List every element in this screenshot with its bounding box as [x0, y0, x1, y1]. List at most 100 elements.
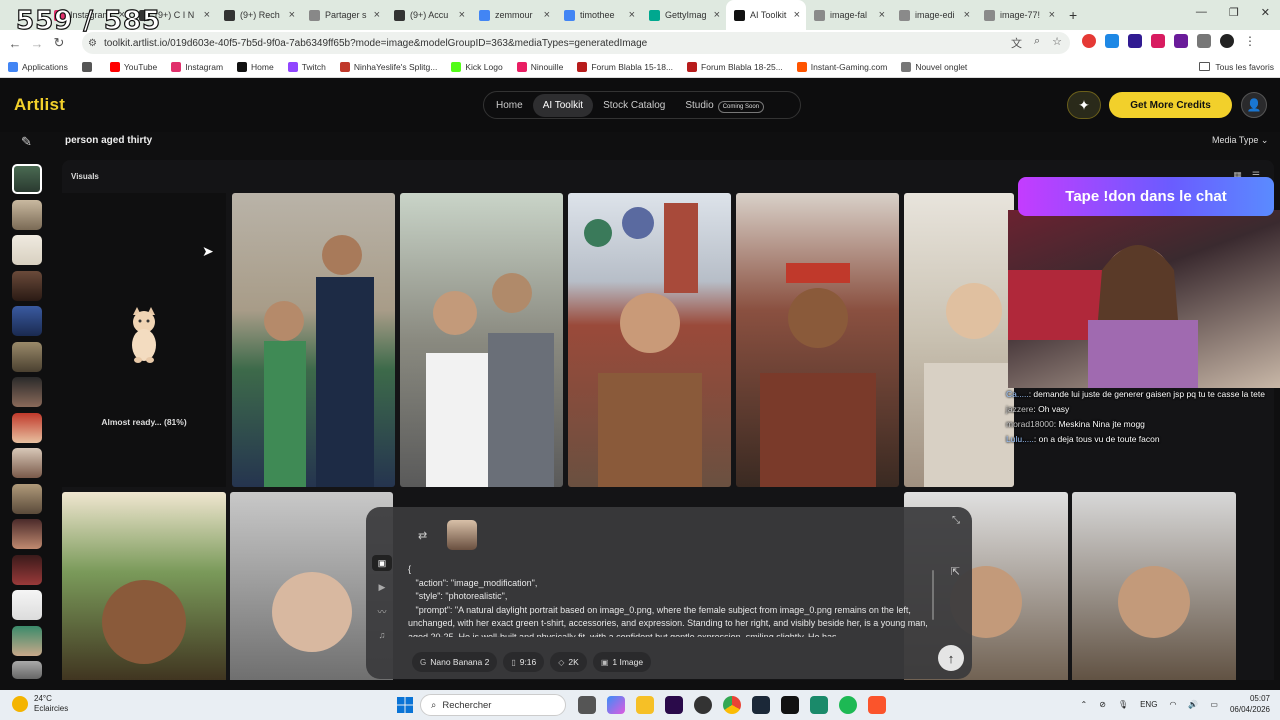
history-thumb[interactable]: [12, 235, 42, 265]
bookmark-item[interactable]: Applications: [8, 61, 68, 72]
site-settings-icon[interactable]: ⚙: [88, 38, 97, 49]
forward-icon[interactable]: →: [26, 36, 48, 51]
generated-image[interactable]: [736, 193, 899, 487]
setting-chip[interactable]: ◇ 2K: [550, 652, 587, 672]
generated-image[interactable]: [400, 193, 563, 487]
restore-icon[interactable]: ❐: [1229, 6, 1239, 19]
generated-image[interactable]: [232, 193, 395, 487]
browser-tab[interactable]: image-fal ×: [806, 0, 891, 30]
bookmark-item[interactable]: Forum Blabla 15-18...: [577, 61, 673, 72]
send-button[interactable]: ↑: [938, 645, 964, 671]
zoom-icon[interactable]: ⌕: [1034, 35, 1040, 51]
generated-image[interactable]: [1072, 492, 1236, 680]
expand-icon[interactable]: ⇱: [951, 565, 960, 578]
file-explorer-icon[interactable]: [636, 696, 654, 714]
video-mode-icon[interactable]: ▶: [372, 579, 392, 595]
obs-icon[interactable]: [694, 696, 712, 714]
steam-icon[interactable]: [752, 696, 770, 714]
music-mode-icon[interactable]: ♫: [372, 627, 392, 643]
swap-icon[interactable]: ⇄: [418, 529, 427, 542]
tab-close-icon[interactable]: ×: [879, 9, 885, 21]
premiere-icon[interactable]: [665, 696, 683, 714]
brave-icon[interactable]: [868, 696, 886, 714]
network-off-icon[interactable]: ⊘: [1099, 700, 1106, 709]
history-thumb[interactable]: [12, 554, 42, 585]
reference-image-thumb[interactable]: [447, 520, 477, 550]
collapse-icon[interactable]: ⤡: [952, 515, 960, 526]
history-thumb[interactable]: [12, 377, 42, 407]
history-thumb[interactable]: [12, 341, 42, 372]
spotify-icon[interactable]: [839, 696, 857, 714]
bookmark-item[interactable]: Nouvel onglet: [901, 61, 967, 72]
app-icon[interactable]: [810, 696, 828, 714]
battery-icon[interactable]: ▭: [1210, 700, 1218, 709]
get-more-credits-button[interactable]: Get More Credits: [1109, 92, 1232, 118]
minimize-icon[interactable]: —: [1196, 6, 1207, 19]
menu-kebab-icon[interactable]: ⋮: [1243, 34, 1257, 48]
user-avatar-icon[interactable]: 👤: [1241, 92, 1267, 118]
voice-mode-icon[interactable]: 〰: [372, 603, 392, 619]
history-thumb[interactable]: [12, 199, 42, 230]
bookmark-item[interactable]: Forum Blabla 18-25...: [687, 61, 783, 72]
weather-widget[interactable]: 24°C Eclaircies: [12, 694, 68, 714]
language-indicator[interactable]: ENG: [1140, 700, 1157, 709]
taskbar-search[interactable]: ⌕ Rechercher: [420, 694, 566, 716]
extension-icon[interactable]: [1151, 34, 1165, 48]
sparkle-icon[interactable]: ✦: [1067, 91, 1101, 119]
tab-close-icon[interactable]: ×: [544, 9, 550, 21]
history-thumb[interactable]: [12, 164, 42, 194]
extension-icon[interactable]: [1082, 34, 1096, 48]
tab-close-icon[interactable]: ×: [204, 9, 210, 21]
history-thumb[interactable]: [12, 483, 42, 514]
reload-icon[interactable]: ↻: [48, 35, 70, 51]
chrome-icon[interactable]: [723, 696, 741, 714]
tab-close-icon[interactable]: ×: [794, 9, 800, 21]
bookmark-item[interactable]: Kick Logo: [451, 61, 503, 72]
browser-tab[interactable]: Partager s ×: [301, 0, 386, 30]
task-view-icon[interactable]: [578, 696, 596, 714]
browser-tab[interactable]: (9+) Accu ×: [386, 0, 471, 30]
browser-tab[interactable]: (9+) Rech ×: [216, 0, 301, 30]
artlist-logo[interactable]: Artlist: [14, 95, 65, 115]
bookmark-item[interactable]: NinhaYeslife's Splitg...: [339, 61, 437, 72]
tab-close-icon[interactable]: ×: [629, 9, 635, 21]
extension-icon[interactable]: [1105, 34, 1119, 48]
bookmark-item[interactable]: YouTube: [109, 61, 157, 72]
tab-close-icon[interactable]: ×: [714, 9, 720, 21]
new-chat-edit-icon[interactable]: ✎: [21, 134, 32, 150]
profile-icon[interactable]: [1220, 34, 1234, 48]
tray-chevron-icon[interactable]: ⌃: [1081, 700, 1088, 709]
browser-tab[interactable]: zemmour ×: [471, 0, 556, 30]
browser-tab[interactable]: timothee ×: [556, 0, 641, 30]
tab-close-icon[interactable]: ×: [374, 9, 380, 21]
nav-home[interactable]: Home: [486, 94, 533, 117]
tiktok-icon[interactable]: [781, 696, 799, 714]
browser-tab[interactable]: image-edi ×: [891, 0, 976, 30]
nav-stock-catalog[interactable]: Stock Catalog: [593, 94, 675, 117]
prompt-scrollbar[interactable]: [932, 570, 934, 620]
history-thumb[interactable]: [12, 306, 42, 336]
all-bookmarks[interactable]: Tous les favoris: [1199, 62, 1274, 72]
history-thumb[interactable]: [12, 661, 42, 679]
image-mode-icon[interactable]: ▣: [372, 555, 392, 571]
mic-icon[interactable]: 🎙: [1118, 700, 1128, 709]
history-thumb[interactable]: [12, 625, 42, 656]
volume-icon[interactable]: 🔊: [1188, 700, 1198, 709]
extension-icon[interactable]: [1174, 34, 1188, 48]
history-thumb[interactable]: [12, 412, 42, 443]
translate-icon[interactable]: 文: [1011, 35, 1022, 51]
generated-image[interactable]: [568, 193, 731, 487]
media-type-dropdown[interactable]: Media Type ⌄: [1212, 135, 1268, 146]
history-thumb[interactable]: [12, 448, 42, 478]
setting-chip[interactable]: G Nano Banana 2: [412, 652, 498, 672]
bookmark-item[interactable]: Instagram: [171, 61, 223, 72]
prompt-textarea[interactable]: { "action": "image_modification", "style…: [408, 563, 928, 637]
generated-image[interactable]: [62, 492, 226, 680]
browser-tab[interactable]: image-77! ×: [976, 0, 1061, 30]
wifi-icon[interactable]: ◠: [1169, 700, 1176, 709]
tab-close-icon[interactable]: ×: [289, 9, 295, 21]
back-icon[interactable]: ←: [4, 36, 26, 51]
clock[interactable]: 05:07 06/04/2026: [1230, 693, 1270, 715]
history-thumb[interactable]: [12, 270, 42, 301]
extensions-puzzle-icon[interactable]: [1197, 34, 1211, 48]
